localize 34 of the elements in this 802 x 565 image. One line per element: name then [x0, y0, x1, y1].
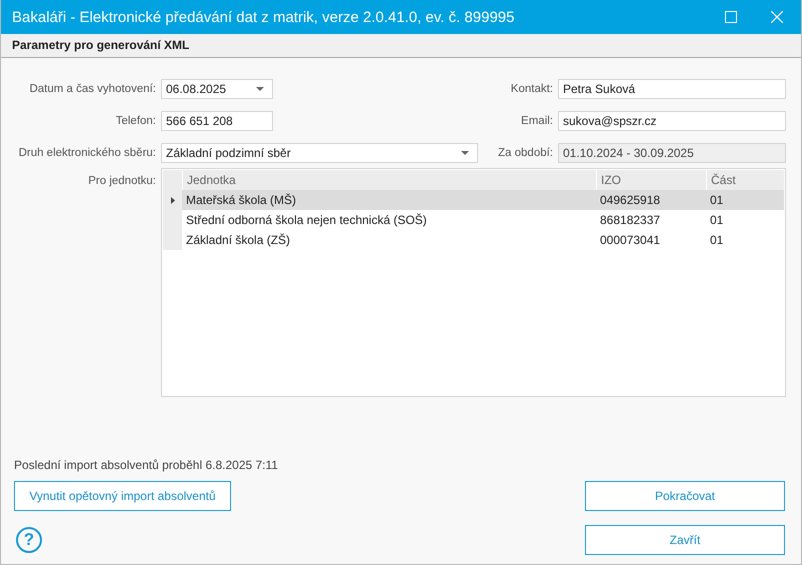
collection-dropdown[interactable]: Základní podzimní sběr: [161, 143, 478, 163]
field-label: Kontakt:: [510, 83, 553, 95]
table-cell-text: 01: [709, 233, 724, 247]
table-row[interactable]: Střední odborná škola nejen technická (SOŠ) 868182337 01: [163, 210, 784, 230]
caret-icon: [461, 151, 469, 155]
phone-field[interactable]: 566 651 208: [161, 111, 273, 131]
table-cell-text: 01: [709, 193, 724, 207]
caret-icon: [256, 87, 264, 91]
maximize-icon[interactable]: [725, 11, 737, 23]
table-row[interactable]: Mateřská škola (MŠ) 049625918 01: [163, 190, 784, 210]
table-cell-text: Základní škola (ZŠ): [185, 233, 292, 247]
field-label: Datum a čas vyhotovení:: [28, 83, 156, 95]
row-pointer-icon: [170, 196, 174, 204]
contact-field[interactable]: Petra Suková: [558, 79, 786, 99]
continue-button[interactable]: Pokračovat: [585, 481, 785, 511]
table-cell-text: 868182337: [599, 213, 662, 227]
close-button[interactable]: Zavřít: [585, 525, 785, 555]
table-cell-text: 01: [709, 213, 724, 227]
field-label: Telefon:: [114, 115, 156, 127]
table-cell-text: Mateřská škola (MŠ): [185, 193, 298, 207]
close-icon[interactable]: [771, 11, 783, 23]
table-cell-text: 049625918: [599, 193, 662, 207]
field-label: Email:: [520, 115, 553, 127]
date-dropdown[interactable]: 06.08.2025: [161, 79, 273, 99]
field-label: Druh elektronického sběru:: [18, 147, 156, 159]
field-label: Za období:: [497, 147, 553, 159]
table-cell-text: Střední odborná škola nejen technická (SOŠ): [185, 213, 428, 227]
reimport-button[interactable]: Vynutit opětovný import absolventů: [14, 481, 231, 511]
email-field[interactable]: sukova@spszr.cz: [558, 111, 786, 131]
field-label: Pro jednotku:: [87, 175, 156, 187]
table-row[interactable]: Základní škola (ZŠ) 000073041 01: [163, 230, 784, 250]
status-text: Poslední import absolventů proběhl 6.8.2025 7:11: [14, 458, 279, 472]
window-title: Bakaláři - Elektronické předávání dat z matrik, verze 2.0.41.0, ev. č. 899995: [12, 8, 514, 26]
table-cell-text: 000073041: [599, 233, 662, 247]
